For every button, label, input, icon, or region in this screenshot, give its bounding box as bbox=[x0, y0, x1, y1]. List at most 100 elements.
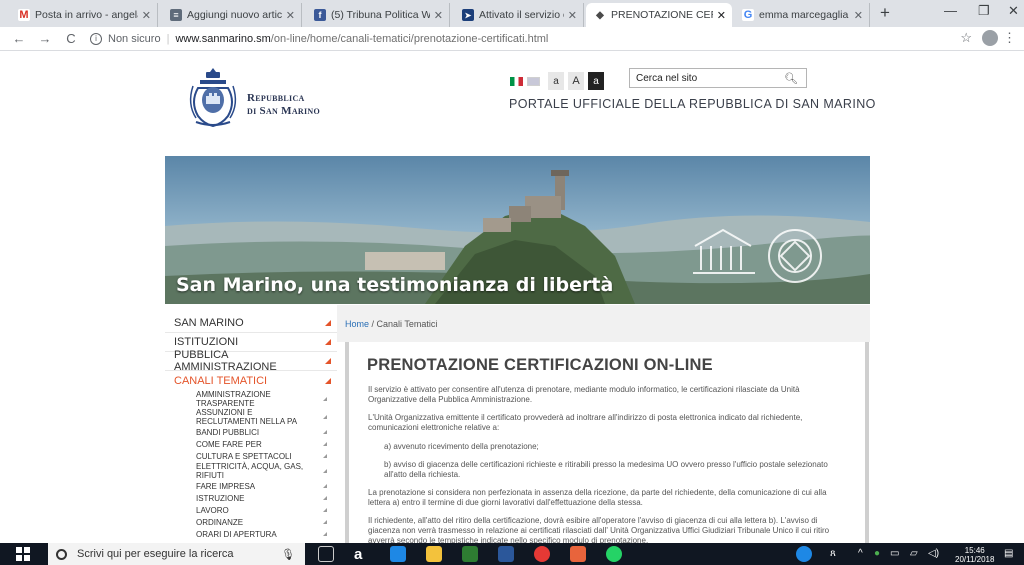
address-bar[interactable]: i Non sicuro | www.sanmarino.sm /on-line… bbox=[90, 32, 548, 45]
arrow-icon bbox=[323, 469, 327, 473]
file-explorer-icon[interactable] bbox=[426, 546, 442, 562]
tab-title: Aggiungi nuovo articolo bbox=[187, 9, 282, 21]
wordpress-icon: ≡ bbox=[170, 9, 182, 21]
font-size-large-button[interactable]: a bbox=[588, 72, 604, 90]
breadcrumb-separator: / bbox=[369, 319, 377, 329]
close-icon[interactable]: ✕ bbox=[434, 9, 443, 22]
url-host: www.sanmarino.sm bbox=[175, 32, 271, 45]
people-icon[interactable]: ጸ bbox=[830, 548, 836, 559]
weather-icon[interactable] bbox=[796, 546, 812, 562]
site-search-input[interactable]: Cerca nel sito 🔍︎ bbox=[629, 68, 807, 88]
bookmark-star-icon[interactable]: ☆ bbox=[960, 30, 972, 46]
powerpoint-icon[interactable] bbox=[570, 546, 586, 562]
amazon-icon[interactable]: a bbox=[354, 546, 370, 563]
sidebar-subitem-label: BANDI PUBBLICI bbox=[196, 427, 260, 437]
profile-avatar[interactable] bbox=[982, 30, 998, 46]
browser-tab-strip: M Posta in arrivo - angela ✕ ≡ Aggiungi … bbox=[0, 0, 1024, 27]
menu-dots-icon[interactable]: ⋮ bbox=[1003, 30, 1016, 46]
sidebar-item-label: CANALI TEMATICI bbox=[174, 374, 268, 387]
chevron-up-icon[interactable]: ^ bbox=[858, 548, 863, 559]
paragraph-pickup: Il richiedente, all'atto del ritiro dell… bbox=[368, 516, 830, 543]
arrow-icon bbox=[323, 430, 327, 434]
expand-arrow-icon bbox=[325, 320, 331, 326]
close-icon[interactable]: ✕ bbox=[717, 9, 726, 22]
back-arrow-icon[interactable]: ← bbox=[12, 31, 26, 46]
tab-gmail[interactable]: M Posta in arrivo - angela ✕ bbox=[10, 3, 158, 27]
sidebar-subitem-lavoro[interactable]: LAVORO bbox=[165, 504, 337, 516]
list-item-b: b) avviso di giacenza delle certificazio… bbox=[384, 460, 828, 479]
arrow-icon bbox=[323, 415, 327, 419]
tab-title: (5) Tribuna Politica Web bbox=[331, 9, 430, 21]
arrow-icon bbox=[323, 520, 327, 524]
windows-start-icon[interactable] bbox=[16, 547, 30, 561]
sidebar-subitem-label: AMMINISTRAZIONE TRASPARENTE bbox=[196, 390, 271, 408]
arrow-icon bbox=[323, 508, 327, 512]
font-size-small-button[interactable]: a bbox=[548, 72, 564, 90]
whatsapp-icon[interactable] bbox=[606, 546, 622, 562]
font-size-medium-button[interactable]: A bbox=[568, 72, 584, 90]
close-icon[interactable]: ✕ bbox=[854, 9, 863, 22]
forward-arrow-icon[interactable]: → bbox=[38, 31, 52, 46]
tab-attivato[interactable]: ➤ Attivato il servizio on-li ✕ bbox=[454, 3, 584, 27]
reload-icon[interactable]: C bbox=[64, 31, 78, 46]
coat-of-arms-logo[interactable] bbox=[186, 66, 240, 130]
tab-facebook[interactable]: f (5) Tribuna Politica Web ✕ bbox=[306, 3, 450, 27]
sidebar-subitem-label: ORDINANZE bbox=[196, 517, 244, 527]
sidebar-item-pubblica-amministrazione[interactable]: PUBBLICA AMMINISTRAZIONE bbox=[165, 349, 337, 373]
sidebar-subitem-label: ELETTRICITÀ, ACQUA, GAS, RIFIUTI bbox=[196, 462, 304, 480]
search-icon[interactable]: 🔍︎ bbox=[784, 72, 798, 85]
url-separator: | bbox=[166, 32, 170, 45]
taskbar-search-input[interactable]: Scrivi qui per eseguire la ricerca 🎙︎ bbox=[48, 543, 305, 565]
arrow-icon bbox=[323, 442, 327, 446]
close-icon[interactable]: ✕ bbox=[286, 9, 295, 22]
tab-title: emma marcegaglia - Co bbox=[759, 9, 850, 21]
minimize-icon[interactable]: — bbox=[944, 3, 957, 18]
sidebar-subitem-bandi-pubblici[interactable]: BANDI PUBBLICI bbox=[165, 426, 337, 438]
tray-app-icon[interactable]: ● bbox=[874, 548, 880, 559]
close-icon[interactable]: ✕ bbox=[142, 9, 151, 22]
italian-flag-icon[interactable] bbox=[510, 76, 523, 86]
arrow-icon bbox=[323, 532, 327, 536]
sidebar-subitem-istruzione[interactable]: ISTRUZIONE bbox=[165, 492, 337, 504]
sidebar-subitem-assunzioni[interactable]: ASSUNZIONI E RECLUTAMENTI NELLA PA bbox=[165, 408, 337, 426]
sidebar-subitem-cultura[interactable]: CULTURA E SPETTACOLI bbox=[165, 450, 337, 462]
browser-toolbar: ← → C i Non sicuro | www.sanmarino.sm /o… bbox=[0, 27, 1024, 51]
tab-prenotazione[interactable]: ◆ PRENOTAZIONE CERTIF ✕ bbox=[586, 3, 732, 27]
sidebar-subitem-orari[interactable]: ORARI DI APERTURA bbox=[165, 528, 337, 540]
notification-icon[interactable]: ▤ bbox=[1004, 548, 1013, 559]
breadcrumb-home-link[interactable]: Home bbox=[345, 319, 369, 329]
network-icon[interactable]: ▱ bbox=[910, 548, 918, 559]
microphone-icon[interactable]: 🎙︎ bbox=[281, 548, 295, 561]
info-icon[interactable]: i bbox=[90, 32, 102, 45]
english-flag-icon[interactable] bbox=[527, 76, 540, 86]
banner-caption: San Marino, una testimonianza di libertà bbox=[176, 274, 614, 296]
volume-icon[interactable]: ◁) bbox=[928, 548, 939, 559]
edge-icon[interactable] bbox=[390, 546, 406, 562]
window-close-icon[interactable]: ✕ bbox=[1008, 3, 1019, 19]
logo-line-2: di San Marino bbox=[247, 105, 321, 117]
arrow-icon bbox=[323, 496, 327, 500]
sidebar-subitem-ordinanze[interactable]: ORDINANZE bbox=[165, 516, 337, 528]
system-clock[interactable]: 15:46 20/11/2018 bbox=[955, 546, 994, 564]
expand-arrow-icon bbox=[325, 377, 331, 384]
sidebar-item-canali-tematici[interactable]: CANALI TEMATICI bbox=[165, 371, 337, 390]
tab-wordpress[interactable]: ≡ Aggiungi nuovo articolo ✕ bbox=[162, 3, 302, 27]
tripadvisor-icon[interactable] bbox=[462, 546, 478, 562]
chrome-icon[interactable] bbox=[534, 546, 550, 562]
sidebar-item-san-marino[interactable]: SAN MARINO bbox=[165, 314, 337, 333]
taskbar-search-placeholder: Scrivi qui per eseguire la ricerca bbox=[77, 548, 234, 560]
sidebar-subitem-come-fare-per[interactable]: COME FARE PER bbox=[165, 438, 337, 450]
site-icon: ➤ bbox=[462, 9, 474, 21]
sidebar-nav: SAN MARINO ISTITUZIONI PUBBLICA AMMINIST… bbox=[165, 314, 337, 540]
close-icon[interactable]: ✕ bbox=[568, 9, 577, 22]
sidebar-subitem-fare-impresa[interactable]: FARE IMPRESA bbox=[165, 480, 337, 492]
tab-google[interactable]: G emma marcegaglia - Co ✕ bbox=[734, 3, 870, 27]
task-view-icon[interactable] bbox=[318, 546, 334, 562]
sidebar-subitem-amministrazione-trasparente[interactable]: AMMINISTRAZIONE TRASPARENTE bbox=[165, 390, 337, 408]
battery-icon[interactable]: ▭ bbox=[890, 548, 899, 559]
sidebar-subitem-elettricita[interactable]: ELETTRICITÀ, ACQUA, GAS, RIFIUTI bbox=[165, 462, 337, 480]
expand-arrow-icon bbox=[325, 339, 331, 345]
word-icon[interactable] bbox=[498, 546, 514, 562]
restore-icon[interactable]: ❐ bbox=[978, 3, 990, 19]
new-tab-icon[interactable]: + bbox=[880, 3, 890, 23]
